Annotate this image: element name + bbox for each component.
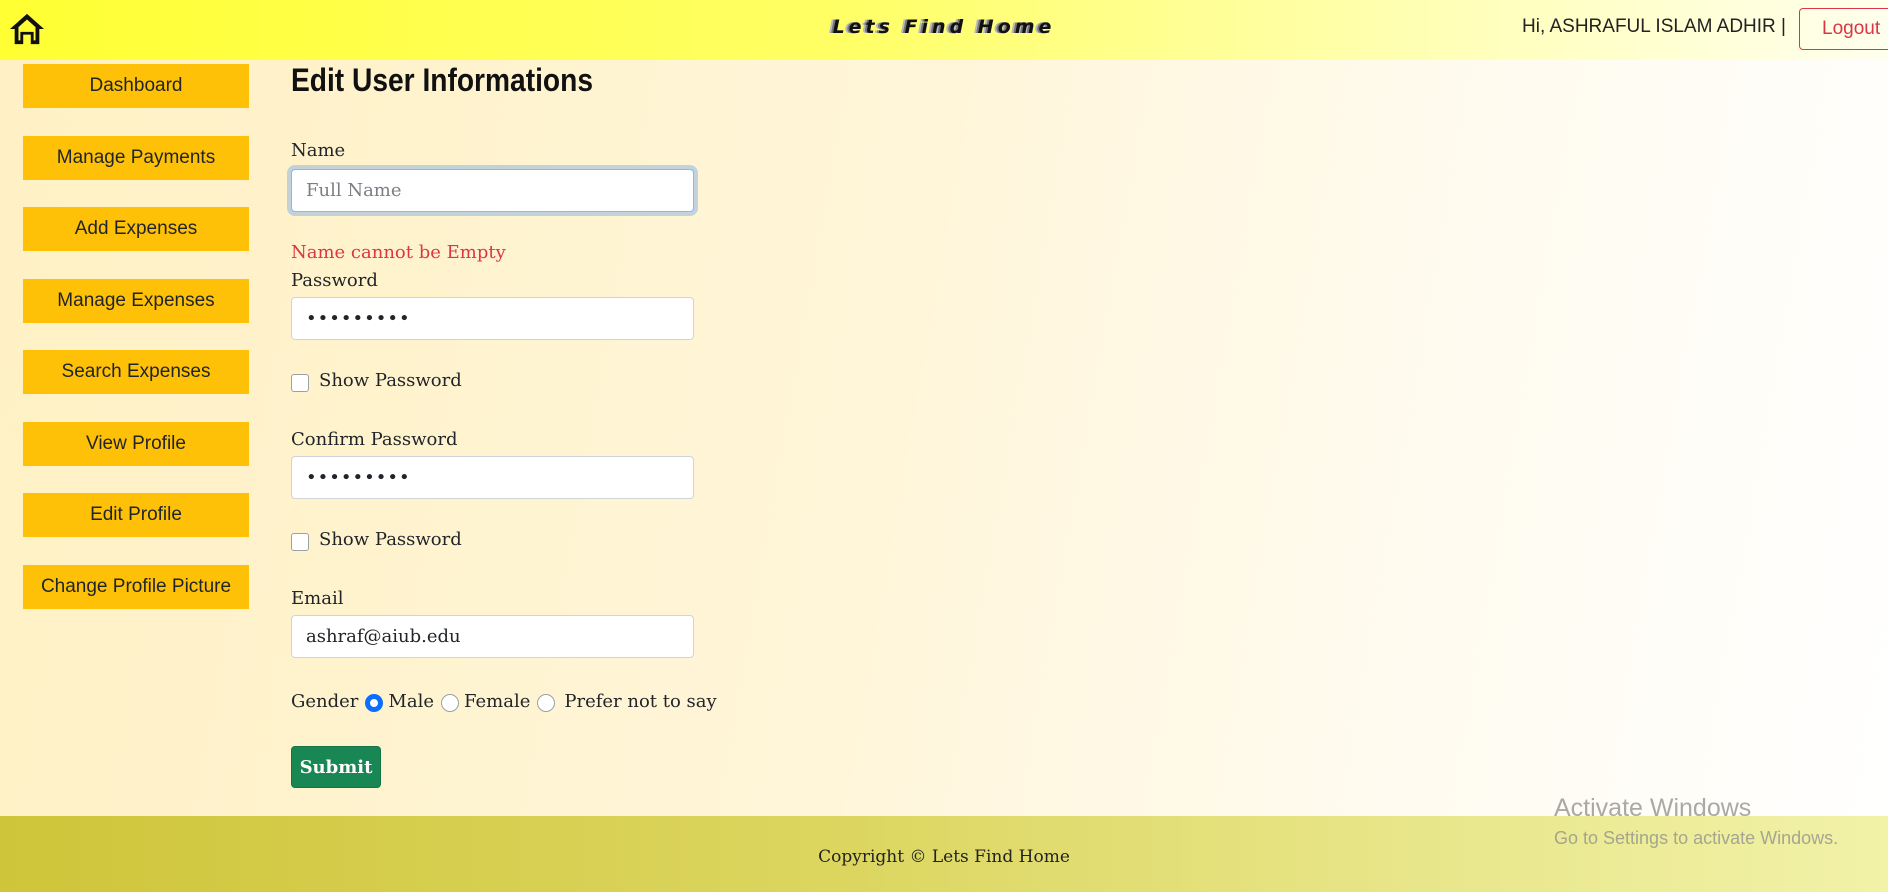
sidebar-item-add-expenses[interactable]: Add Expenses [23,207,249,251]
submit-button[interactable]: Submit [291,746,381,788]
show-confirm-password-label[interactable]: Show Password [319,529,462,550]
show-password-checkbox[interactable] [291,374,309,392]
sidebar-item-search-expenses[interactable]: Search Expenses [23,350,249,394]
activate-windows-title: Activate Windows [1554,794,1752,822]
sidebar-item-manage-expenses[interactable]: Manage Expenses [23,278,249,323]
sidebar-item-change-profile-picture[interactable]: Change Profile Picture [23,564,249,609]
user-greeting: Hi, ASHRAFUL ISLAM ADHIR | [1522,16,1786,37]
password-label: Password [291,270,378,291]
gender-male-label[interactable]: Male [388,691,434,712]
confirm-password-input[interactable] [291,456,694,499]
gender-female-label[interactable]: Female [464,691,530,712]
logout-button[interactable]: Logout [1799,8,1888,50]
show-password-label[interactable]: Show Password [319,370,462,391]
page-title: Edit User Informations [291,62,593,98]
name-input[interactable] [291,169,694,212]
gender-label: Gender [291,690,359,712]
copyright-text: Copyright © Lets Find Home [818,847,1070,867]
sidebar-menu: Dashboard Manage Payments Add Expenses M… [23,64,249,636]
activate-windows-subtitle: Go to Settings to activate Windows. [1554,828,1839,848]
sidebar-item-edit-profile[interactable]: Edit Profile [23,493,249,537]
sidebar-item-view-profile[interactable]: View Profile [23,421,249,466]
sidebar-item-manage-payments[interactable]: Manage Payments [23,135,249,180]
gender-prefer-not-radio[interactable] [537,694,556,712]
confirm-password-label: Confirm Password [291,429,458,450]
name-label: Name [291,140,346,161]
gender-prefer-not-label[interactable]: Prefer not to say [564,691,716,712]
top-navbar: Lets Find Home Hi, ASHRAFUL ISLAM ADHIR … [0,0,1888,60]
gender-male-radio[interactable] [365,694,384,712]
gender-female-radio[interactable] [440,694,459,712]
email-input[interactable] [291,615,694,658]
name-error-message: Name cannot be Empty [291,242,506,263]
show-confirm-password-checkbox[interactable] [291,533,309,551]
email-label: Email [291,588,344,609]
sidebar-item-dashboard[interactable]: Dashboard [23,64,249,108]
gender-radio-group: Gender Male Female Prefer not to say [291,688,717,714]
password-input[interactable] [291,297,694,340]
